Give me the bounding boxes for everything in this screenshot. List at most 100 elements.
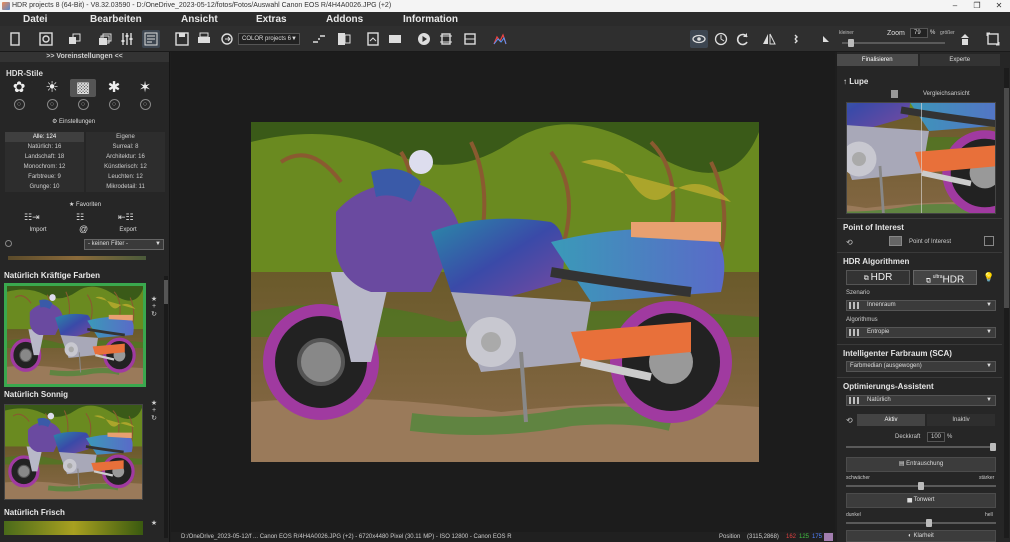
favorite-star-icon[interactable]: ★ bbox=[149, 399, 159, 407]
menu-extras[interactable]: Extras bbox=[256, 14, 287, 25]
loupe-split-line[interactable] bbox=[921, 103, 922, 213]
camera-raw-icon[interactable] bbox=[37, 30, 55, 48]
print-preview-icon[interactable] bbox=[386, 30, 404, 48]
style-sparkle[interactable]: ✶ ○ bbox=[132, 79, 158, 113]
poi-button-label[interactable]: Point of Interest bbox=[909, 239, 951, 245]
tab-expert[interactable]: Experte bbox=[919, 54, 1000, 66]
sca-select[interactable]: Farbmedian (ausgewogen) ▼ bbox=[846, 361, 996, 372]
add-icon[interactable]: + bbox=[149, 303, 159, 310]
denoise-button[interactable]: ▤ Entrauschung bbox=[846, 457, 996, 472]
export-grid-icon[interactable]: ☷ bbox=[76, 212, 84, 223]
loupe-preview[interactable] bbox=[846, 102, 996, 214]
favorite-star-icon[interactable]: ★ bbox=[149, 295, 159, 303]
cycle-icon[interactable]: ↻ bbox=[149, 414, 159, 422]
filter-radio-icon[interactable] bbox=[5, 240, 12, 247]
scenario-select[interactable]: Innenraum ▼ bbox=[846, 300, 996, 311]
count-all[interactable]: Alle: 124 bbox=[5, 132, 84, 142]
count-own[interactable]: Eigene bbox=[86, 132, 165, 142]
poi-grid-icon[interactable] bbox=[984, 236, 994, 246]
add-icon[interactable]: + bbox=[149, 407, 159, 414]
zoom-in-icon[interactable] bbox=[956, 30, 974, 48]
tone-slider[interactable] bbox=[846, 519, 996, 527]
preset-natural-sunny[interactable]: Natürlich Sonnig bbox=[4, 390, 154, 500]
settings-button[interactable]: ⚙ Einstellungen bbox=[52, 118, 95, 125]
print-icon[interactable] bbox=[195, 30, 213, 48]
count-landscape[interactable]: Landschaft: 18 bbox=[5, 152, 84, 162]
filter-select[interactable]: - keinen Filter - ▼ bbox=[84, 239, 164, 250]
tone-slider-knob[interactable] bbox=[926, 519, 932, 527]
refresh-icon[interactable] bbox=[734, 30, 752, 48]
style-palette[interactable]: ✱ ○ bbox=[101, 79, 127, 113]
opacity-slider[interactable] bbox=[846, 443, 996, 451]
lightbulb-icon[interactable]: 💡 bbox=[983, 272, 994, 283]
count-surreal[interactable]: Surreal: 8 bbox=[86, 142, 165, 152]
tab-finalize[interactable]: Finalisieren bbox=[837, 54, 918, 66]
zoom-slider[interactable] bbox=[842, 39, 945, 47]
poi-reset-icon[interactable]: ⟲ bbox=[846, 238, 853, 247]
active-button[interactable]: Aktiv bbox=[857, 414, 925, 426]
denoise-slider-knob[interactable] bbox=[918, 482, 924, 490]
denoise-slider[interactable] bbox=[846, 482, 996, 490]
histogram-icon[interactable] bbox=[491, 30, 509, 48]
zoom-out-icon[interactable] bbox=[817, 30, 835, 48]
fit-screen-icon[interactable] bbox=[984, 30, 1002, 48]
favorites-button[interactable]: ★ Favoriten bbox=[60, 201, 110, 208]
count-architecture[interactable]: Architektur: 16 bbox=[86, 152, 165, 162]
style-artistic[interactable]: ▩ ○ bbox=[70, 79, 96, 113]
import-icon[interactable]: ☷⇥ bbox=[24, 212, 40, 223]
menu-information[interactable]: Information bbox=[403, 14, 458, 25]
at-icon[interactable]: @ bbox=[79, 224, 88, 234]
style-natural[interactable]: ✿ ○ bbox=[6, 79, 32, 113]
tone-button[interactable]: ▅ Tonwert bbox=[846, 493, 996, 508]
menu-bearbeiten[interactable]: Bearbeiten bbox=[90, 14, 142, 25]
export-icon[interactable]: ⇤☷ bbox=[118, 212, 134, 223]
count-glow[interactable]: Leuchten: 12 bbox=[86, 172, 165, 182]
left-scrollbar-thumb[interactable] bbox=[164, 280, 168, 304]
clarity-button[interactable]: ◐ Klarheit bbox=[846, 530, 996, 542]
preset-thumbnail[interactable] bbox=[4, 404, 143, 500]
cycle-icon[interactable]: ↻ bbox=[149, 310, 159, 318]
compare-toggle-icon[interactable] bbox=[891, 90, 898, 98]
minimize-button[interactable]: – bbox=[944, 0, 966, 12]
count-grunge[interactable]: Grunge: 10 bbox=[5, 182, 84, 192]
bracketing-icon[interactable] bbox=[66, 30, 84, 48]
export-label[interactable]: Export bbox=[110, 227, 146, 233]
presets-panel-icon[interactable] bbox=[142, 30, 160, 48]
color-projects-select[interactable]: COLOR projects 6 ▼ bbox=[238, 33, 300, 45]
hdr-button[interactable]: ⧉ HDR bbox=[846, 270, 910, 285]
adjust-sliders-icon[interactable] bbox=[118, 30, 136, 48]
transform-icon[interactable] bbox=[461, 30, 479, 48]
preset-thumbnail-partial[interactable] bbox=[4, 521, 143, 535]
right-scrollbar[interactable] bbox=[1004, 68, 1009, 538]
menu-datei[interactable]: Datei bbox=[23, 14, 47, 25]
preset-natural-strong[interactable]: Natürlich Kräftige Farben bbox=[4, 271, 154, 387]
image-canvas[interactable] bbox=[171, 52, 835, 532]
main-photo[interactable] bbox=[251, 122, 759, 462]
import-label[interactable]: Import bbox=[20, 227, 56, 233]
algorithm-select[interactable]: Entropie ▼ bbox=[846, 327, 996, 338]
poi-target-icon[interactable] bbox=[889, 236, 902, 246]
zoom-value-field[interactable]: 79 bbox=[910, 28, 928, 38]
crop-icon[interactable] bbox=[437, 30, 455, 48]
menu-addons[interactable]: Addons bbox=[326, 14, 363, 25]
flip-icon[interactable] bbox=[760, 30, 778, 48]
zoom-slider-knob[interactable] bbox=[848, 39, 854, 47]
optimization-select[interactable]: Natürlich ▼ bbox=[846, 395, 996, 406]
history-clock-icon[interactable] bbox=[712, 30, 730, 48]
preset-thumbnail[interactable] bbox=[4, 283, 146, 387]
right-scrollbar-thumb[interactable] bbox=[1004, 88, 1009, 308]
inactive-button[interactable]: Inaktiv bbox=[927, 414, 995, 426]
count-natural[interactable]: Natürlich: 16 bbox=[5, 142, 84, 152]
share-icon[interactable] bbox=[218, 30, 236, 48]
save-icon[interactable] bbox=[173, 30, 191, 48]
export-image-icon[interactable] bbox=[364, 30, 382, 48]
optimization-reset-icon[interactable]: ⟲ bbox=[846, 416, 853, 425]
restore-button[interactable]: ❐ bbox=[966, 0, 988, 12]
count-color-fidelity[interactable]: Farbtreue: 9 bbox=[5, 172, 84, 182]
batch-icon[interactable] bbox=[96, 30, 114, 48]
count-monochrome[interactable]: Monochrom: 12 bbox=[5, 162, 84, 172]
presets-header[interactable]: >> Voreinstellungen << bbox=[0, 52, 169, 62]
count-microdetail[interactable]: Mikrodetail: 11 bbox=[86, 182, 165, 192]
layers-icon[interactable] bbox=[310, 30, 328, 48]
opacity-field[interactable]: 100 bbox=[927, 432, 945, 442]
